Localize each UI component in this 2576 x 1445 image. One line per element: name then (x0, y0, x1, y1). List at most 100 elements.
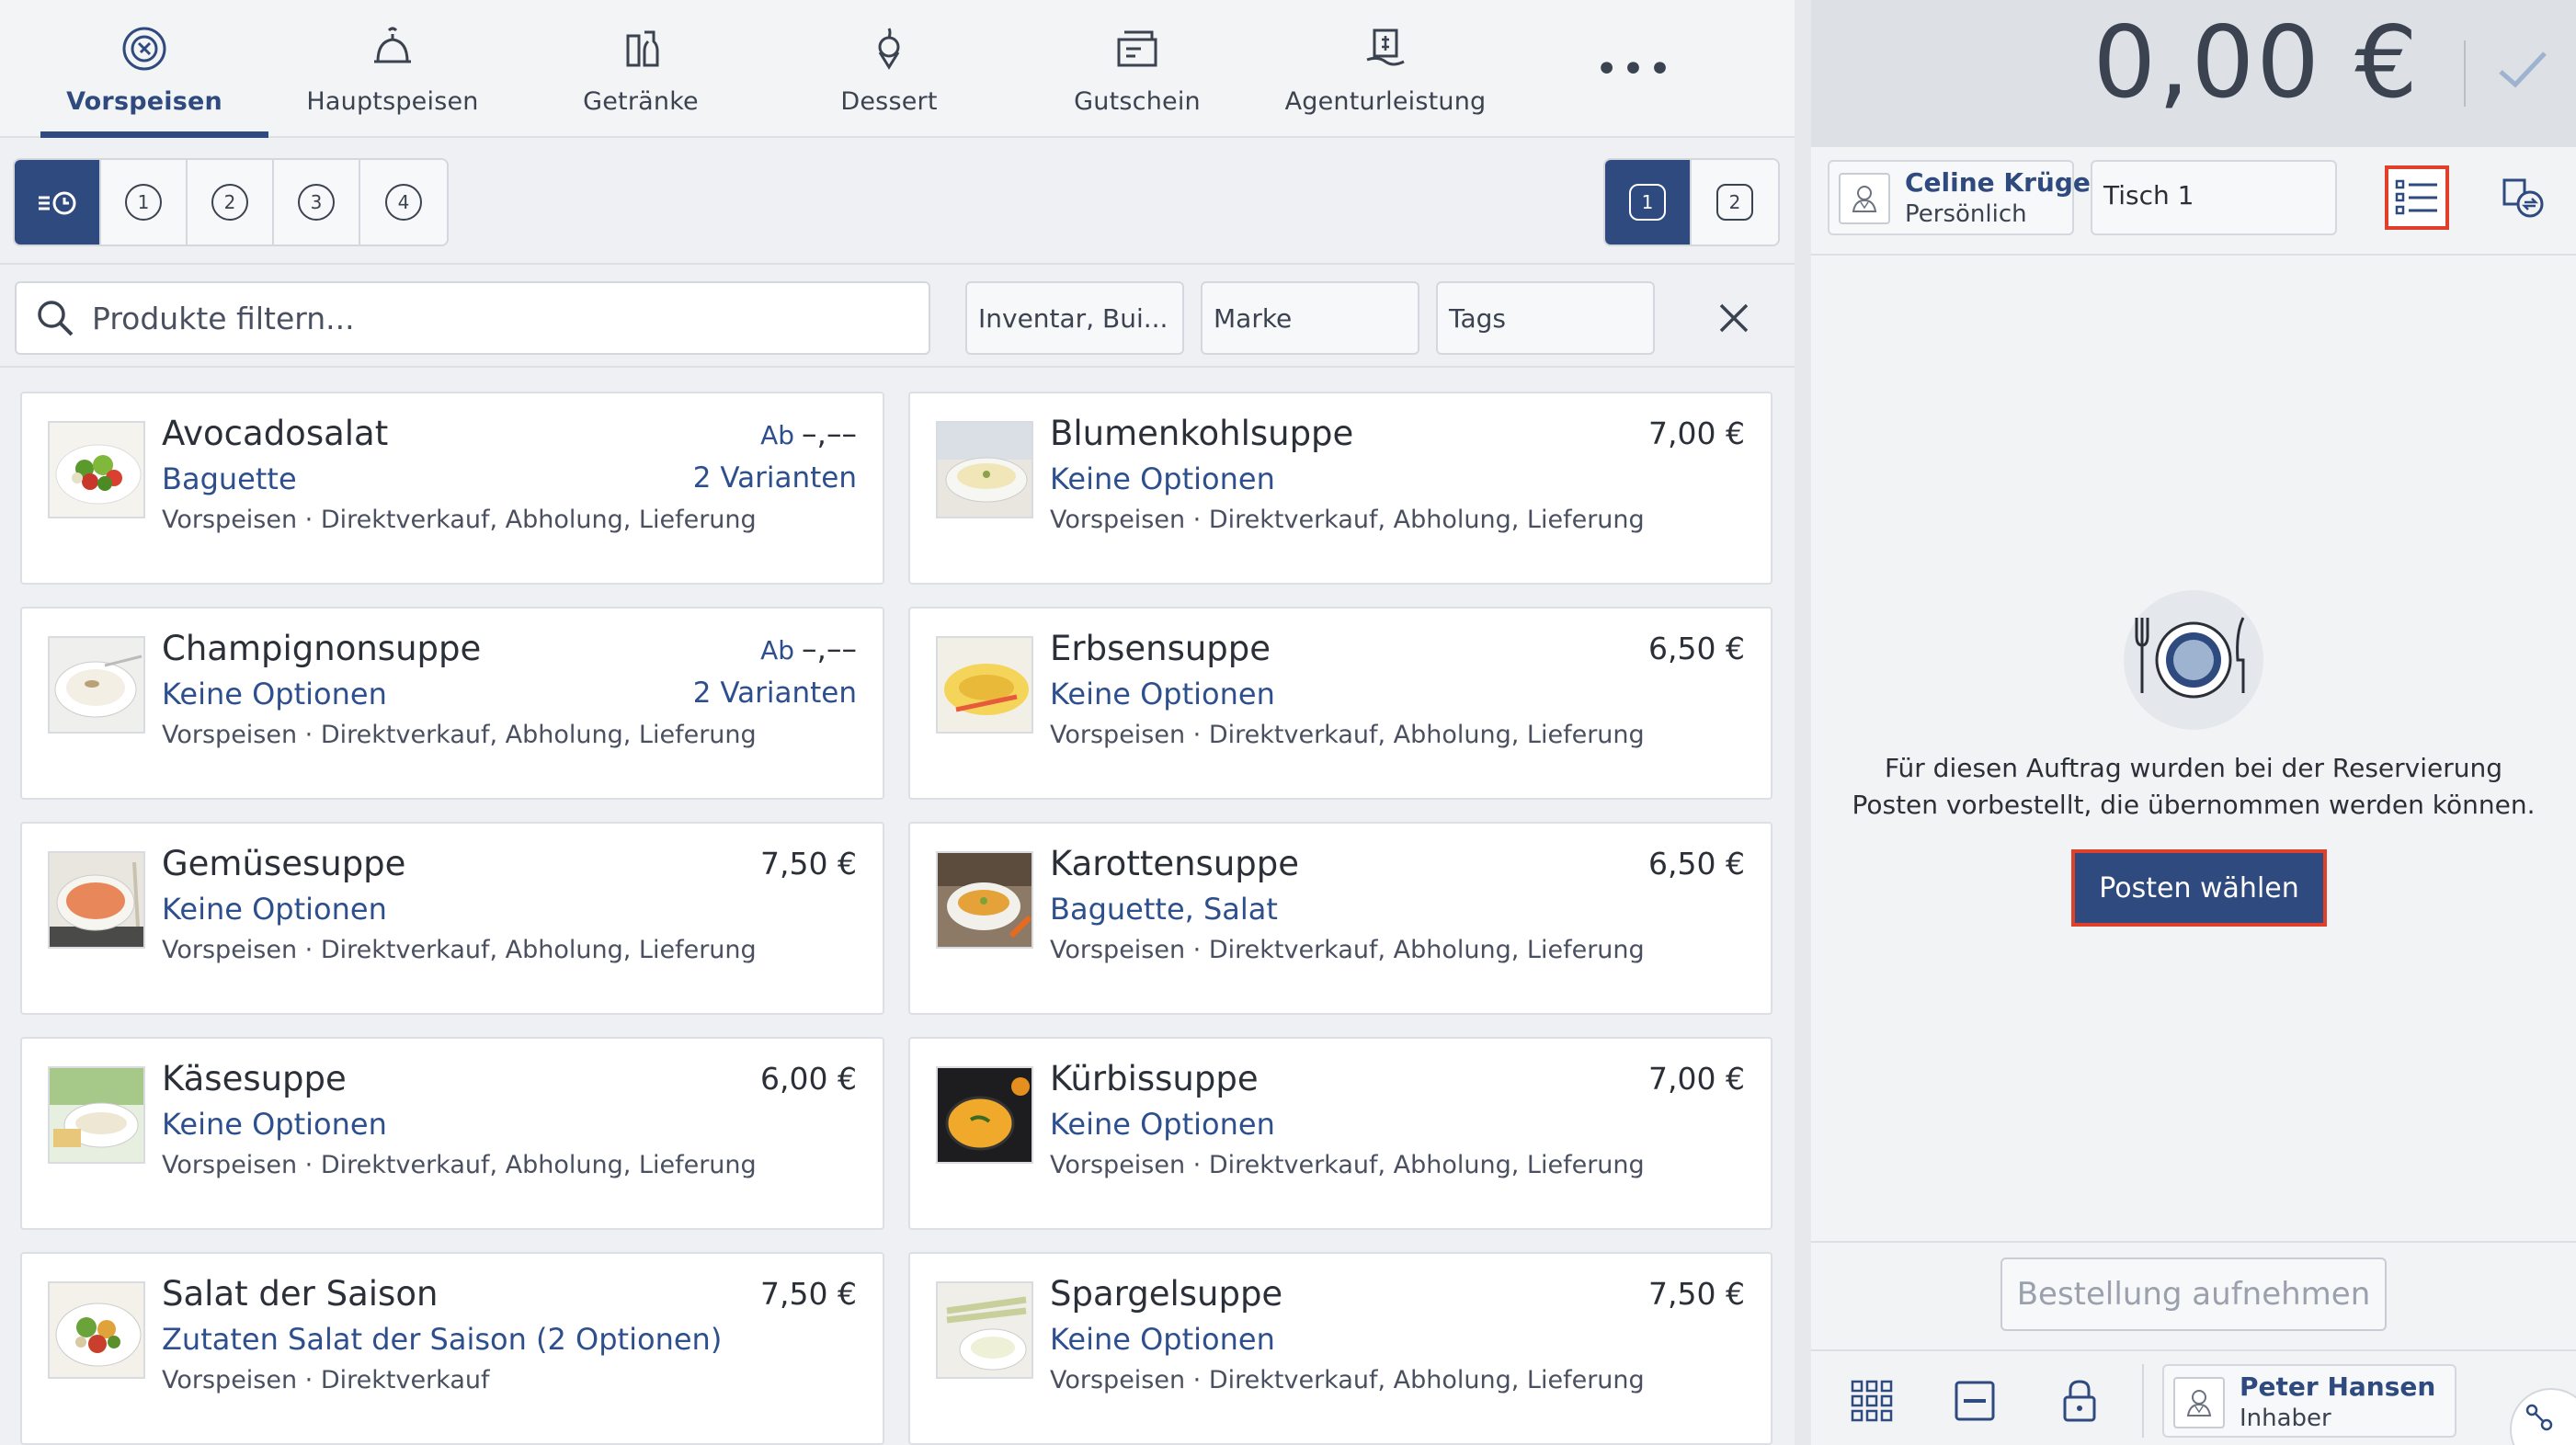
category-label: Dessert (840, 87, 938, 116)
place-order-button[interactable]: Bestellung aufnehmen (2000, 1257, 2387, 1331)
list-icon (2395, 179, 2437, 215)
product-category: Vorspeisen · Direktverkauf, Abholung, Li… (162, 936, 757, 964)
category-tab-getraenke[interactable]: Getränke (517, 0, 765, 138)
product-card-karottensuppe[interactable]: Karottensuppe Baguette, Salat Vorspeisen… (908, 822, 1772, 1015)
product-card-salat-der-saison[interactable]: Salat der Saison Zutaten Salat der Saiso… (20, 1252, 884, 1445)
price-value: 7,00 € (1648, 1061, 1745, 1097)
drinks-icon (615, 23, 667, 74)
product-name: Karottensuppe (1050, 844, 1300, 883)
course-4-button[interactable]: 4 (360, 160, 447, 245)
price-value: –,–– (802, 415, 857, 451)
price-prefix: Ab (760, 635, 794, 666)
table-selector[interactable]: Tisch 1 (2091, 160, 2337, 235)
category-tab-hauptspeisen[interactable]: Hauptspeisen (268, 0, 517, 138)
dessert-icon (863, 23, 915, 74)
course-2-button[interactable]: 2 (188, 160, 274, 245)
product-image (936, 1066, 1033, 1164)
search-input[interactable] (92, 300, 919, 336)
product-name: Avocadosalat (162, 414, 389, 453)
course-toolbar: 1 2 3 4 1 2 (0, 138, 1795, 263)
grid-button[interactable] (1844, 1373, 1899, 1428)
cloche-icon (367, 23, 418, 74)
product-image (48, 1281, 145, 1379)
seat-number: 2 (1716, 184, 1753, 221)
product-category: Vorspeisen · Direktverkauf, Abholung, Li… (1050, 1151, 1645, 1179)
product-name: Kürbissuppe (1050, 1059, 1259, 1098)
product-category: Vorspeisen · Direktverkauf, Abholung, Li… (162, 721, 757, 749)
search-icon (38, 301, 74, 336)
product-card-avocadosalat[interactable]: Avocadosalat Baguette Vorspeisen · Direk… (20, 392, 884, 585)
product-category: Vorspeisen · Direktverkauf, Abholung, Li… (1050, 936, 1645, 964)
lock-button[interactable] (2052, 1373, 2107, 1428)
product-card-champignonsuppe[interactable]: Champignonsuppe Keine Optionen Vorspeise… (20, 607, 884, 800)
inventory-filter[interactable]: Inventar, Bui... (965, 281, 1184, 355)
product-price: 7,00 € (1641, 1061, 1745, 1097)
category-tab-vorspeisen[interactable]: Vorspeisen (20, 0, 268, 138)
product-card-kaesesuppe[interactable]: Käsesuppe Keine Optionen Vorspeisen · Di… (20, 1037, 884, 1230)
choose-items-button[interactable]: Posten wählen (2071, 849, 2327, 927)
more-categories-button[interactable]: ••• (1589, 37, 1681, 101)
voucher-icon (1111, 23, 1163, 74)
price-value: 7,00 € (1648, 415, 1745, 451)
connection-button[interactable] (2510, 1388, 2576, 1445)
category-tab-agenturleistung[interactable]: Agenturleistung (1261, 0, 1510, 138)
tags-filter[interactable]: Tags (1436, 281, 1655, 355)
close-icon (1719, 303, 1749, 333)
price-value: 7,50 € (1648, 1276, 1745, 1312)
product-card-kuerbissuppe[interactable]: Kürbissuppe Keine Optionen Vorspeisen · … (908, 1037, 1772, 1230)
product-price: 7,00 € (1641, 415, 1745, 451)
seat-2-button[interactable]: 2 (1692, 160, 1778, 245)
plate-icon (119, 23, 170, 74)
category-tab-gutschein[interactable]: Gutschein (1013, 0, 1261, 138)
plate-illustration-icon (2124, 590, 2263, 730)
product-image (936, 851, 1033, 949)
order-total-bar: 0,00 € (1811, 0, 2576, 147)
customer-selector[interactable]: Celine Krüger Persönlich (1828, 160, 2103, 235)
product-options: Keine Optionen (1050, 461, 1275, 496)
price-value: –,–– (802, 631, 857, 666)
product-options: Baguette, Salat (1050, 892, 1278, 927)
seat-1-button[interactable]: 1 (1605, 160, 1692, 245)
clear-filter-button[interactable] (1706, 290, 1761, 346)
product-card-erbsensuppe[interactable]: Erbsensuppe Keine Optionen Vorspeisen · … (908, 607, 1772, 800)
price-prefix: Ab (760, 420, 794, 450)
lock-icon (2063, 1380, 2096, 1422)
category-nav: Vorspeisen Hauptspeisen Getränke Dessert… (0, 0, 1795, 138)
product-name: Champignonsuppe (162, 629, 482, 668)
empty-order-state: Für diesen Auftrag wurden bei der Reserv… (1811, 256, 2576, 1239)
grid-icon (1851, 1380, 1893, 1422)
link-icon (2525, 1404, 2553, 1431)
product-price: Ab –,–– (760, 415, 857, 451)
user-selector[interactable]: Peter Hansen Inhaber (2162, 1364, 2456, 1438)
product-variants: 2 Varianten (692, 461, 857, 495)
product-variants: 2 Varianten (692, 677, 857, 710)
product-card-blumenkohlsuppe[interactable]: Blumenkohlsuppe Keine Optionen Vorspeise… (908, 392, 1772, 585)
transfer-icon (2502, 178, 2544, 218)
product-name: Gemüsesuppe (162, 844, 406, 883)
product-price: 7,50 € (753, 846, 857, 882)
product-card-spargelsuppe[interactable]: Spargelsuppe Keine Optionen Vorspeisen ·… (908, 1252, 1772, 1445)
product-name: Blumenkohlsuppe (1050, 414, 1354, 453)
category-label: Agenturleistung (1284, 87, 1487, 116)
course-3-button[interactable]: 3 (274, 160, 360, 245)
price-value: 6,00 € (760, 1061, 857, 1097)
product-category: Vorspeisen · Direktverkauf, Abholung, Li… (162, 506, 757, 534)
product-options: Keine Optionen (162, 1107, 387, 1142)
preorder-list-button[interactable] (2385, 165, 2449, 230)
course-all-button[interactable] (15, 160, 101, 245)
product-image (936, 1281, 1033, 1379)
product-card-gemuesesuppe[interactable]: Gemüsesuppe Keine Optionen Vorspeisen · … (20, 822, 884, 1015)
product-category: Vorspeisen · Direktverkauf, Abholung, Li… (1050, 506, 1645, 534)
course-number: 4 (385, 184, 422, 221)
course-segment-group: 1 2 3 4 (13, 158, 449, 246)
category-tab-dessert[interactable]: Dessert (765, 0, 1013, 138)
brand-filter[interactable]: Marke (1201, 281, 1419, 355)
course-1-button[interactable]: 1 (101, 160, 188, 245)
minimize-button[interactable] (1947, 1373, 2002, 1428)
product-price: 6,50 € (1641, 846, 1745, 882)
transfer-order-button[interactable] (2491, 165, 2556, 230)
confirm-button[interactable] (2490, 37, 2554, 101)
preorder-message: Für diesen Auftrag wurden bei der Reserv… (1852, 753, 2536, 820)
product-name: Salat der Saison (162, 1274, 439, 1314)
user-name: Peter Hansen (2240, 1371, 2436, 1402)
